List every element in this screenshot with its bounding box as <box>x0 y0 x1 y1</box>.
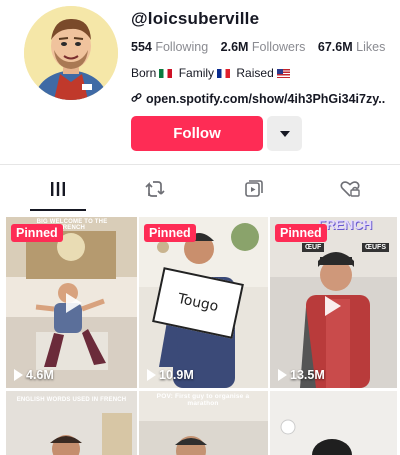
followers-label[interactable]: Followers <box>252 40 306 54</box>
followers-count[interactable]: 2.6M <box>221 40 249 54</box>
profile-avatar[interactable] <box>24 6 118 100</box>
video-caption-5: POV: First guy to organise a marathon <box>156 393 250 407</box>
grid-icon <box>51 182 65 196</box>
bio-raised: Raised <box>236 66 274 80</box>
play-icon <box>57 288 87 318</box>
video-tile-5[interactable]: POV: First guy to organise a marathon <box>139 391 268 455</box>
pinned-badge: Pinned <box>144 224 196 242</box>
video-tile-1[interactable]: BIG WELCOME TO THE FRENCH Pinned 4.6M <box>6 217 137 388</box>
view-count: 10.9M <box>147 368 194 382</box>
play-icon <box>316 291 346 321</box>
video-tag-2: ŒUFS <box>362 243 389 252</box>
video-caption-4: ENGLISH WORDS USED IN FRENCH <box>16 397 127 403</box>
likes-count: 67.6M <box>317 40 353 54</box>
tab-liked[interactable] <box>338 178 362 200</box>
liked-heart-icon <box>340 181 360 197</box>
view-count-value: 4.6M <box>26 368 54 382</box>
view-count: 13.5M <box>278 368 325 382</box>
profile-bio: Born Family Raised <box>131 66 293 80</box>
profile-link-text[interactable]: open.spotify.com/show/4ih3PhGi34i7zy.. <box>146 92 385 106</box>
view-count-value: 10.9M <box>159 368 194 382</box>
views-play-icon <box>147 369 156 381</box>
france-flag-icon <box>217 69 231 78</box>
video-tag-1: ŒUF <box>302 243 325 252</box>
follow-button[interactable]: Follow <box>131 116 263 151</box>
following-label[interactable]: Following <box>155 40 208 54</box>
more-options-button[interactable] <box>267 116 302 151</box>
profile-handle: @loicsuberville <box>131 9 260 28</box>
video-tile-2[interactable]: Tougo Pinned 10.9M <box>139 217 268 388</box>
bio-born: Born <box>131 66 157 80</box>
repost-icon <box>145 181 165 197</box>
tab-videos[interactable] <box>46 178 70 200</box>
tab-playlists[interactable] <box>241 178 265 200</box>
pinned-badge: Pinned <box>11 224 63 242</box>
mexico-flag-icon <box>159 69 173 78</box>
video-tile-6[interactable] <box>270 391 397 455</box>
video-tile-4[interactable]: ENGLISH WORDS USED IN FRENCH <box>6 391 137 455</box>
playlist-icon <box>245 180 263 197</box>
view-count-value: 13.5M <box>290 368 325 382</box>
profile-link[interactable]: open.spotify.com/show/4ih3PhGi34i7zy.. <box>131 92 385 106</box>
following-count[interactable]: 554 <box>131 40 152 54</box>
views-play-icon <box>14 369 23 381</box>
tabs-divider <box>0 164 400 165</box>
flashcard-text: Tougo <box>176 290 220 316</box>
video-thumbnail-6 <box>270 391 397 455</box>
view-count: 4.6M <box>14 368 54 382</box>
active-tab-indicator <box>30 209 86 211</box>
usa-flag-icon <box>276 69 290 78</box>
profile-stats: 554 Following 2.6M Followers 67.6M Likes <box>131 40 394 54</box>
dropdown-arrow-icon <box>279 130 290 137</box>
likes-label: Likes <box>356 40 386 54</box>
pinned-badge: Pinned <box>275 224 327 242</box>
tab-reposts[interactable] <box>143 178 167 200</box>
views-play-icon <box>278 369 287 381</box>
bio-family: Family <box>178 66 215 80</box>
link-icon <box>131 92 142 106</box>
video-tile-3[interactable]: FRENCH ŒUF ŒUFS Pinned 13.5M <box>270 217 397 388</box>
